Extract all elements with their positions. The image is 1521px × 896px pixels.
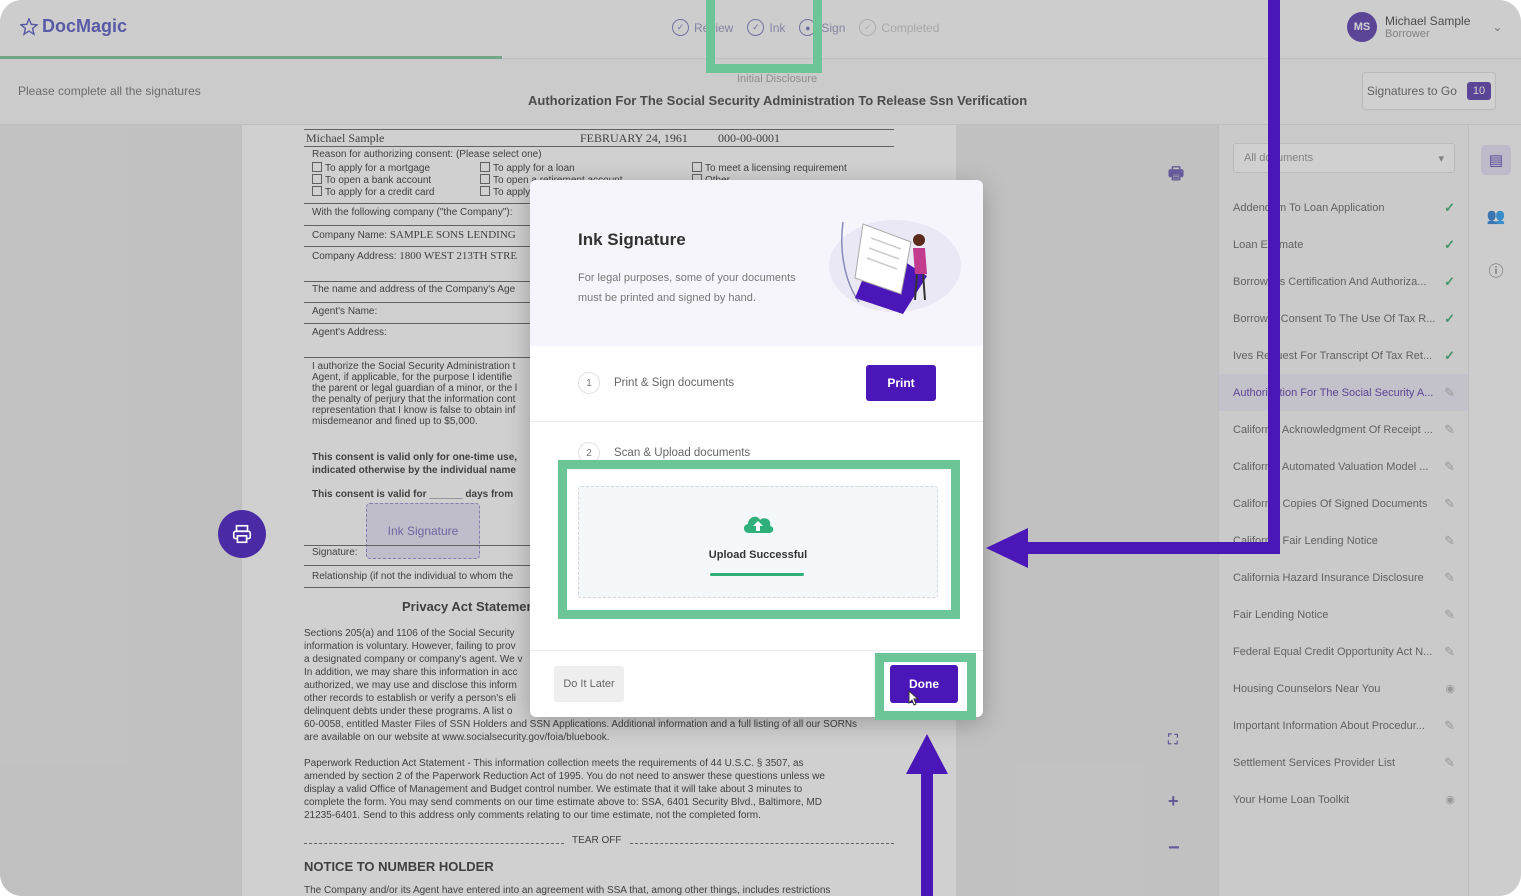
step-upload-label: Scan & Upload documents bbox=[614, 447, 751, 459]
modal-description: For legal purposes, some of your documen… bbox=[578, 272, 796, 304]
arrow-up-shaft bbox=[921, 770, 933, 896]
step-print-row: 1 Print & Sign documents bbox=[578, 372, 734, 394]
arrow-vertical-segment bbox=[1268, 0, 1280, 554]
document-signing-illustration bbox=[829, 220, 961, 314]
highlight-box-done bbox=[875, 653, 976, 720]
floating-print-button[interactable] bbox=[218, 510, 266, 558]
app-window: DocMagic ✓ Review ✓ Ink ● Sign ✓ Completed M… bbox=[0, 0, 1521, 896]
arrow-head-left bbox=[986, 528, 1028, 568]
do-it-later-button[interactable]: Do It Later bbox=[554, 666, 624, 702]
step-print-label: Print & Sign documents bbox=[614, 377, 735, 389]
arrow-head-up bbox=[906, 734, 948, 774]
modal-header: Ink Signature For legal purposes, some o… bbox=[530, 180, 983, 346]
print-button[interactable]: Print bbox=[866, 365, 936, 401]
modal-title: Ink Signature bbox=[578, 230, 686, 249]
printer-icon bbox=[232, 524, 252, 544]
highlight-box-steps bbox=[706, 0, 822, 73]
highlight-box-upload bbox=[558, 460, 960, 619]
arrow-horizontal-segment bbox=[1026, 542, 1280, 554]
step-number: 1 bbox=[578, 372, 600, 394]
cursor-icon bbox=[908, 690, 920, 706]
ink-signature-modal: Ink Signature For legal purposes, some o… bbox=[530, 180, 983, 717]
